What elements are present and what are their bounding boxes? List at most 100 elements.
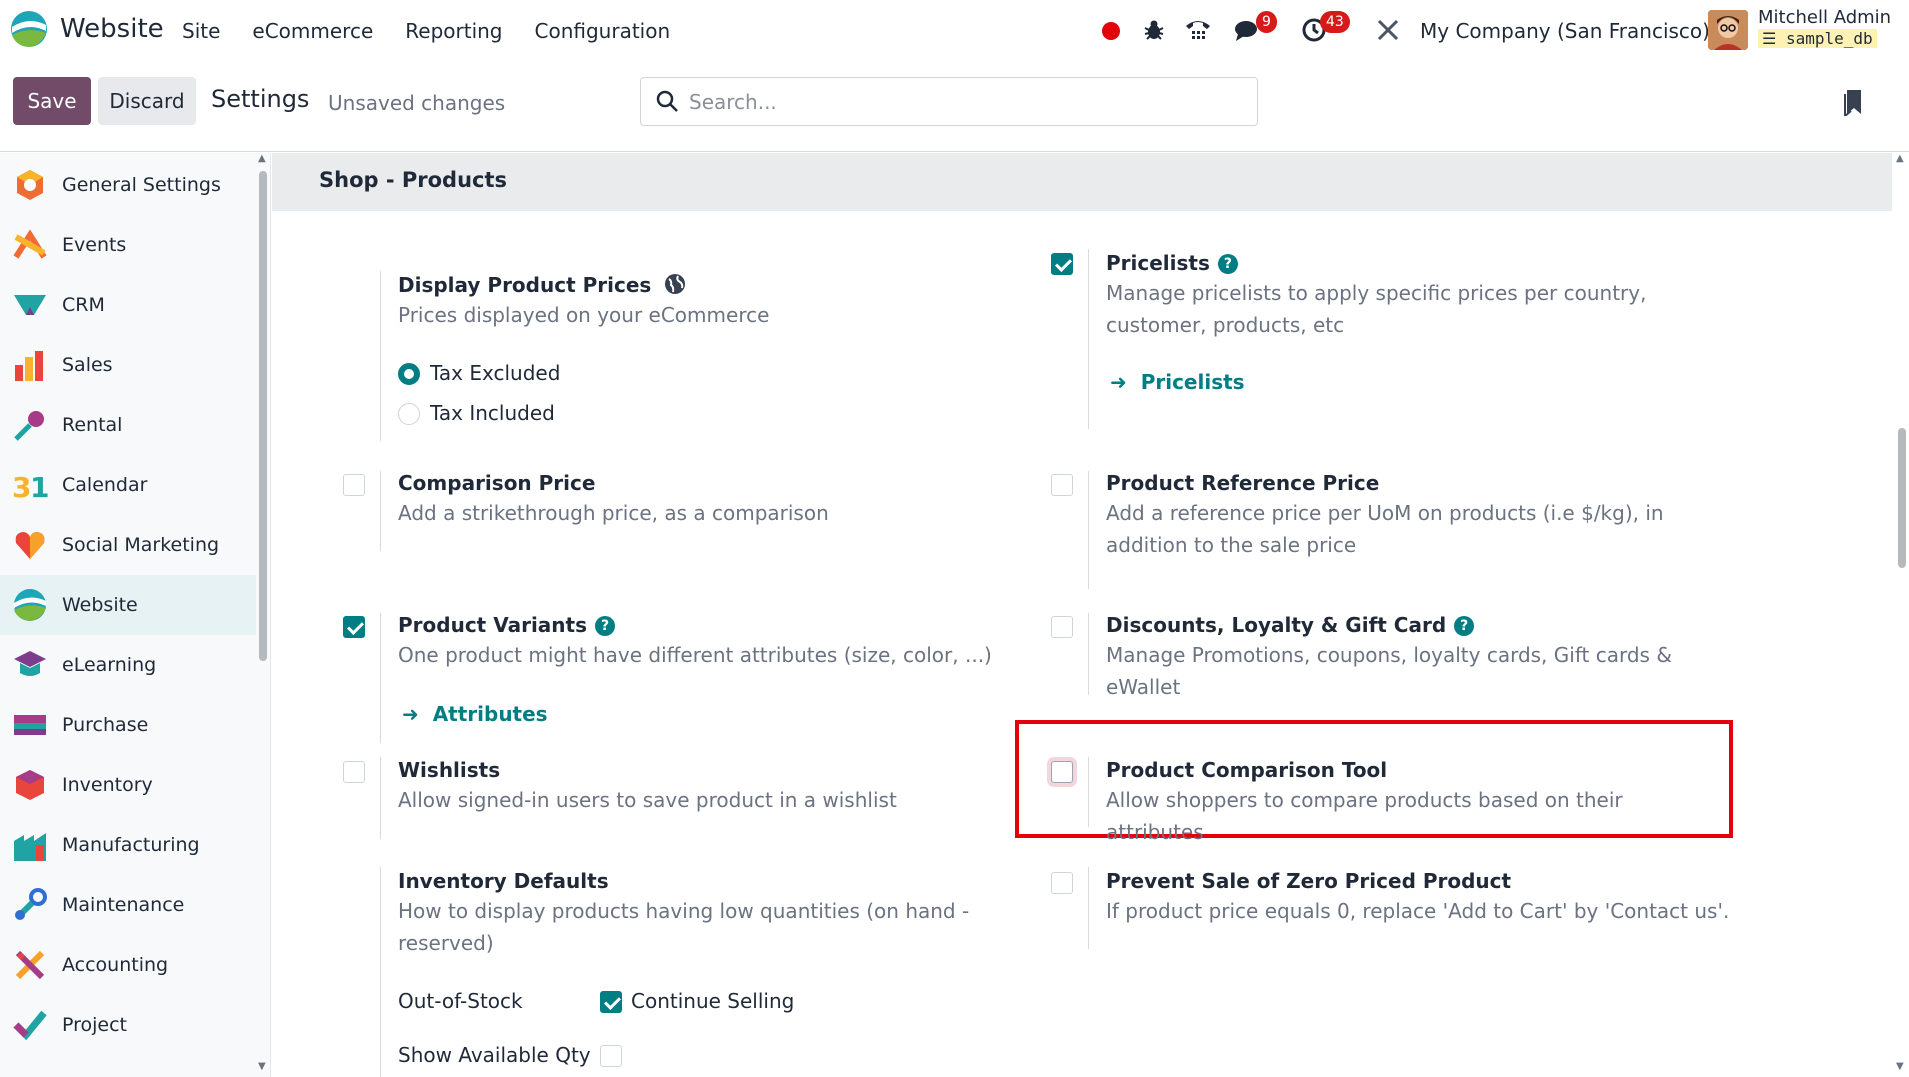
sidebar-item-rental[interactable]: Rental bbox=[0, 395, 256, 455]
menu-configuration[interactable]: Configuration bbox=[535, 19, 671, 43]
sidebar-item-maintenance[interactable]: Maintenance bbox=[0, 875, 256, 935]
project-icon bbox=[13, 1010, 47, 1041]
user-avatar[interactable] bbox=[1708, 10, 1748, 50]
sidebar-label: Website bbox=[62, 594, 138, 616]
svg-text:1: 1 bbox=[30, 471, 48, 503]
sidebar-item-social-marketing[interactable]: Social Marketing bbox=[0, 515, 256, 575]
wishlists-checkbox[interactable] bbox=[343, 761, 365, 783]
continue-selling-checkbox[interactable] bbox=[600, 991, 622, 1013]
main-scroll-up-icon[interactable]: ▲ bbox=[1896, 153, 1904, 164]
menu-reporting[interactable]: Reporting bbox=[405, 19, 502, 43]
menu-ecommerce[interactable]: eCommerce bbox=[252, 19, 373, 43]
bookmark-icon[interactable] bbox=[1843, 88, 1865, 116]
discard-button[interactable]: Discard bbox=[98, 77, 196, 125]
database-label: sample_db bbox=[1785, 29, 1873, 48]
zero-price-title: Prevent Sale of Zero Priced Product bbox=[1106, 869, 1512, 893]
display-prices-desc: Prices displayed on your eCommerce bbox=[398, 303, 770, 327]
main-menu: Site eCommerce Reporting Configuration bbox=[182, 19, 670, 43]
continue-selling-label[interactable]: Continue Selling bbox=[631, 989, 794, 1013]
menu-site[interactable]: Site bbox=[182, 19, 220, 43]
bug-icon[interactable] bbox=[1140, 16, 1168, 44]
discounts-checkbox[interactable] bbox=[1051, 616, 1073, 638]
attributes-link[interactable]: ➜ Attributes bbox=[402, 702, 548, 726]
setting-divider bbox=[380, 613, 381, 743]
activities-badge: 43 bbox=[1320, 11, 1350, 33]
purchase-icon bbox=[14, 715, 46, 735]
page-title: Settings bbox=[211, 85, 310, 113]
sidebar-label: eLearning bbox=[62, 654, 157, 676]
sidebar-item-website[interactable]: Website bbox=[0, 575, 256, 635]
recording-icon[interactable] bbox=[1102, 22, 1120, 40]
social-marketing-icon bbox=[15, 532, 45, 559]
product-variants-desc: One product might have different attribu… bbox=[398, 643, 992, 667]
sidebar-scrollbar[interactable] bbox=[259, 171, 267, 661]
attributes-link-label[interactable]: Attributes bbox=[433, 702, 548, 726]
sidebar-item-events[interactable]: Events bbox=[0, 215, 256, 275]
user-name[interactable]: Mitchell Admin bbox=[1758, 7, 1891, 28]
sidebar-item-elearning[interactable]: eLearning bbox=[0, 635, 256, 695]
sidebar-item-inventory[interactable]: Inventory bbox=[0, 755, 256, 815]
setting-divider bbox=[380, 867, 381, 1077]
setting-divider bbox=[1088, 757, 1089, 827]
tax-included-radio[interactable] bbox=[398, 403, 420, 425]
display-prices-title: Display Product Prices bbox=[398, 273, 686, 297]
company-switcher[interactable]: My Company (San Francisco) bbox=[1420, 19, 1710, 43]
settings-content: Shop - Products ▲ Display Product Prices… bbox=[272, 153, 1909, 1077]
sidebar-scroll-down-icon[interactable]: ▼ bbox=[258, 1061, 266, 1072]
pricelists-title: Pricelists? bbox=[1106, 251, 1238, 275]
search-input[interactable] bbox=[689, 86, 1229, 118]
wishlists-desc: Allow signed-in users to save product in… bbox=[398, 788, 897, 812]
help-icon[interactable]: ? bbox=[1454, 616, 1475, 636]
inventory-icon bbox=[16, 770, 44, 800]
sidebar-item-crm[interactable]: CRM bbox=[0, 275, 256, 335]
settings-sidebar: General Settings Events CRM Sales Rental… bbox=[0, 153, 271, 1077]
pricelists-link[interactable]: ➜ Pricelists bbox=[1110, 370, 1245, 394]
product-variants-label: Product Variants bbox=[398, 613, 587, 637]
show-qty-checkbox[interactable] bbox=[600, 1045, 622, 1067]
sidebar-scroll-up-icon[interactable]: ▲ bbox=[258, 153, 266, 164]
inventory-defaults-title: Inventory Defaults bbox=[398, 869, 609, 893]
comparison-price-desc: Add a strikethrough price, as a comparis… bbox=[398, 501, 829, 525]
messages-badge: 9 bbox=[1256, 11, 1277, 33]
tax-excluded-radio[interactable] bbox=[398, 363, 420, 385]
zero-price-checkbox[interactable] bbox=[1051, 872, 1073, 894]
sidebar-item-manufacturing[interactable]: Manufacturing bbox=[0, 815, 256, 875]
comparison-tool-checkbox[interactable] bbox=[1051, 761, 1073, 783]
sidebar-label: Rental bbox=[62, 414, 123, 436]
rental-icon bbox=[14, 411, 44, 441]
help-icon[interactable]: ? bbox=[595, 616, 615, 636]
comparison-price-checkbox[interactable] bbox=[343, 474, 365, 496]
website-app-icon[interactable] bbox=[10, 10, 48, 48]
unsaved-status: Unsaved changes bbox=[328, 91, 506, 115]
product-variants-title: Product Variants? bbox=[398, 613, 615, 637]
pricelists-checkbox[interactable] bbox=[1051, 253, 1073, 275]
pricelists-link-label[interactable]: Pricelists bbox=[1141, 370, 1245, 394]
tax-excluded-label[interactable]: Tax Excluded bbox=[430, 361, 560, 385]
sidebar-item-general-settings[interactable]: General Settings bbox=[0, 155, 256, 215]
product-variants-checkbox[interactable] bbox=[343, 616, 365, 638]
sidebar-item-sales[interactable]: Sales bbox=[0, 335, 256, 395]
main-scroll-down-icon[interactable]: ▼ bbox=[1896, 1061, 1904, 1072]
sidebar-label: Social Marketing bbox=[62, 534, 220, 556]
website-icon bbox=[14, 589, 46, 621]
tools-icon[interactable] bbox=[1374, 16, 1402, 44]
globe-icon bbox=[665, 274, 686, 294]
sidebar-label: Calendar bbox=[62, 474, 148, 496]
sidebar-item-project[interactable]: Project bbox=[0, 995, 256, 1055]
main-scrollbar[interactable] bbox=[1898, 428, 1906, 568]
tax-included-label[interactable]: Tax Included bbox=[430, 401, 555, 425]
sidebar-item-purchase[interactable]: Purchase bbox=[0, 695, 256, 755]
pricelists-label: Pricelists bbox=[1106, 251, 1210, 275]
sidebar-item-accounting[interactable]: Accounting bbox=[0, 935, 256, 995]
save-button[interactable]: Save bbox=[13, 77, 91, 125]
display-prices-label: Display Product Prices bbox=[398, 273, 652, 297]
phone-icon[interactable] bbox=[1184, 16, 1212, 44]
reference-price-checkbox[interactable] bbox=[1051, 474, 1073, 496]
sidebar-label: Purchase bbox=[62, 714, 149, 736]
search-bar[interactable] bbox=[640, 77, 1258, 126]
app-name[interactable]: Website bbox=[60, 14, 164, 44]
help-icon[interactable]: ? bbox=[1217, 254, 1238, 274]
sidebar-label: Accounting bbox=[62, 954, 169, 976]
comparison-tool-desc: Allow shoppers to compare products based… bbox=[1106, 788, 1623, 844]
sidebar-item-calendar[interactable]: 31 Calendar bbox=[0, 455, 256, 515]
